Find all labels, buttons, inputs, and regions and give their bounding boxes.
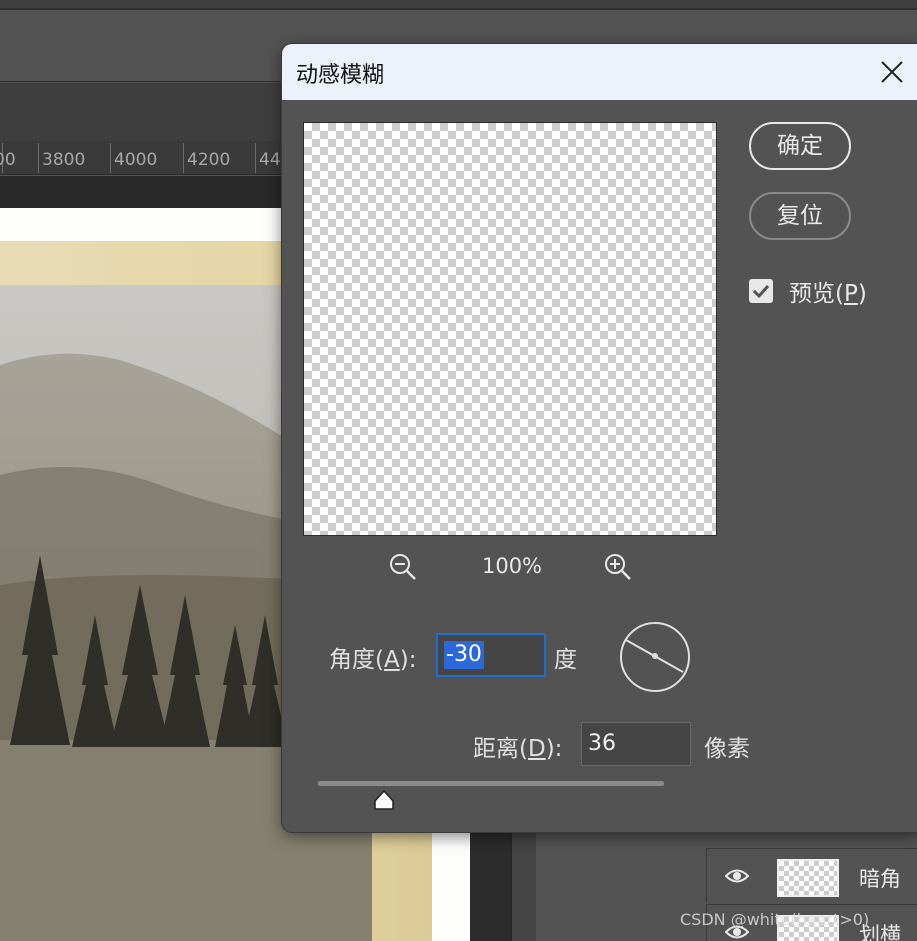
watermark: CSDN @white(heart>0) [680,910,870,929]
zoom-in-icon[interactable] [603,552,633,582]
ruler-label: 4200 [187,150,231,170]
angle-unit: 度 [554,647,577,673]
close-icon[interactable] [878,58,906,86]
distance-unit: 像素 [704,736,750,762]
distance-input[interactable]: 36 [581,722,691,766]
zoom-level: 100% [481,554,543,578]
preview-checkbox[interactable] [749,279,773,303]
distance-value[interactable]: 36 [588,731,616,756]
angle-label-text: 角度( [329,647,384,673]
angle-value[interactable]: -30 [444,641,484,669]
layer-thumbnail [777,859,839,897]
angle-input[interactable]: -30 [436,633,546,677]
eye-icon[interactable] [724,867,750,885]
reset-button[interactable]: 复位 [749,192,851,240]
angle-label-close: ): [399,647,417,673]
photoshop-window: 00 3800 4000 4200 440 [0,0,917,941]
filter-preview[interactable] [303,122,717,536]
menu-bar [0,0,917,10]
distance-label-text: 距离( [473,736,528,762]
preview-label-text: 预览( [789,281,844,307]
layer-name: 暗角 [859,867,901,891]
distance-slider-track[interactable] [318,781,664,786]
ruler-tick [38,143,39,173]
checkmark-icon [752,284,770,299]
preview-checkbox-label[interactable]: 预览(P) [789,274,867,308]
distance-shortcut-key: D [527,736,546,762]
ruler-label: 3800 [42,150,86,170]
ruler-tick [110,143,111,173]
ruler-tick [255,143,256,173]
dialog-title: 动感模糊 [296,63,385,88]
dialog-title-bar[interactable]: 动感模糊 [282,44,917,100]
panel-divider [470,831,510,941]
distance-label-close: ): [545,736,563,762]
angle-label: 角度(A): [329,640,416,674]
layer-row[interactable]: 暗角 [706,848,917,903]
preview-label-close: ) [857,281,867,307]
ok-button[interactable]: 确定 [749,122,851,170]
preview-shortcut-key: P [843,281,858,307]
motion-blur-dialog: 动感模糊 确定 复位 预览(P) 100% 角度(A): -30 度 距离(D)… [282,44,917,832]
ruler-label: 4000 [114,150,158,170]
ruler-tick [183,143,184,173]
angle-shortcut-key: A [383,647,400,673]
angle-dial[interactable] [618,620,692,694]
panel-scrollbar[interactable] [512,831,536,941]
zoom-out-icon[interactable] [388,552,418,582]
distance-label: 距离(D): [473,729,562,763]
distance-slider-thumb[interactable] [372,789,396,811]
ruler-label: 00 [0,150,16,170]
